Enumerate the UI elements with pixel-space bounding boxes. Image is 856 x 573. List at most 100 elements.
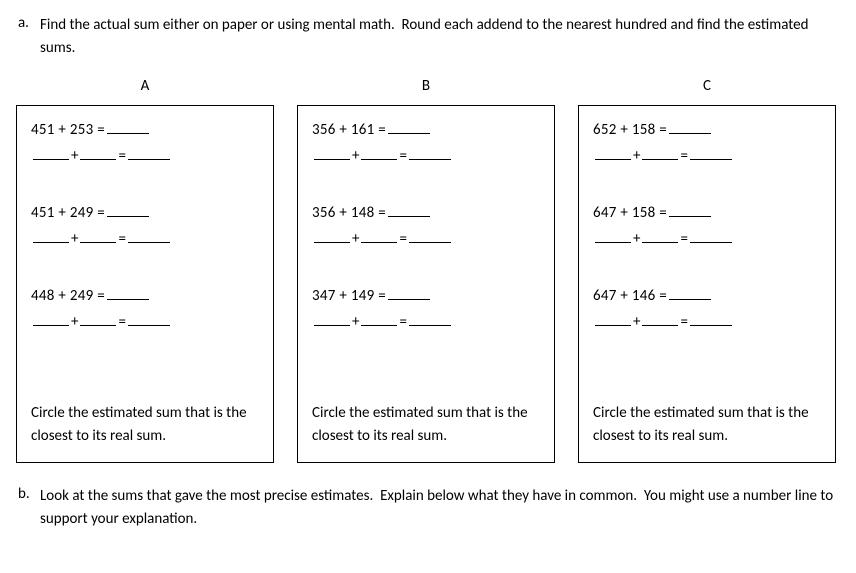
column-b: B 356 + 161 = + = 356 + 148 = (297, 77, 555, 463)
plus-sign: + (352, 147, 359, 165)
equals-sign: = (118, 147, 125, 165)
problem-b1: 356 + 161 = + = (312, 120, 540, 165)
column-a-label: A (16, 77, 274, 95)
blank-answer[interactable] (388, 120, 430, 134)
problem-c3: 647 + 146 = + = (593, 286, 821, 331)
blank-est-sum[interactable] (409, 146, 451, 160)
blank-answer[interactable] (669, 120, 711, 134)
problem-a1: 451 + 253 = + = (31, 120, 259, 165)
column-b-box: 356 + 161 = + = 356 + 148 = (297, 105, 555, 463)
plus-sign: + (71, 313, 78, 331)
problem-a3-estimate: + = (31, 312, 259, 331)
column-a-instruction: Circle the estimated sum that is the clo… (31, 402, 259, 449)
plus-sign: + (352, 230, 359, 248)
equals-sign: = (399, 230, 406, 248)
problem-b2-expr: 356 + 148 = (312, 204, 386, 222)
blank-est-sum[interactable] (409, 229, 451, 243)
problem-b1-expr: 356 + 161 = (312, 121, 386, 139)
blank-addend2[interactable] (80, 229, 116, 243)
question-a: a. Find the actual sum either on paper o… (14, 14, 836, 59)
equals-sign: = (680, 230, 687, 248)
blank-addend1[interactable] (595, 229, 631, 243)
problem-b1-actual: 356 + 161 = (312, 120, 540, 142)
question-b-text: Look at the sums that gave the most prec… (40, 485, 836, 530)
blank-addend1[interactable] (314, 229, 350, 243)
question-b-letter: b. (14, 485, 40, 503)
column-b-label: B (297, 77, 555, 95)
blank-est-sum[interactable] (128, 146, 170, 160)
problem-a3: 448 + 249 = + = (31, 286, 259, 331)
problem-b2-estimate: + = (312, 229, 540, 248)
blank-addend2[interactable] (80, 312, 116, 326)
blank-addend1[interactable] (595, 312, 631, 326)
problem-c2: 647 + 158 = + = (593, 203, 821, 248)
column-b-instruction: Circle the estimated sum that is the clo… (312, 402, 540, 449)
problem-a3-actual: 448 + 249 = (31, 286, 259, 308)
blank-addend2[interactable] (361, 229, 397, 243)
equals-sign: = (118, 230, 125, 248)
blank-answer[interactable] (669, 286, 711, 300)
problem-b3-actual: 347 + 149 = (312, 286, 540, 308)
problem-c1-actual: 652 + 158 = (593, 120, 821, 142)
column-a-box: 451 + 253 = + = 451 + 249 = (16, 105, 274, 463)
column-c-box: 652 + 158 = + = 647 + 158 = (578, 105, 836, 463)
blank-est-sum[interactable] (409, 312, 451, 326)
question-b: b. Look at the sums that gave the most p… (14, 485, 836, 530)
blank-answer[interactable] (107, 120, 149, 134)
equals-sign: = (399, 313, 406, 331)
blank-answer[interactable] (669, 203, 711, 217)
blank-est-sum[interactable] (128, 312, 170, 326)
column-c-instruction: Circle the estimated sum that is the clo… (593, 402, 821, 449)
blank-est-sum[interactable] (690, 312, 732, 326)
blank-addend2[interactable] (642, 229, 678, 243)
equals-sign: = (399, 147, 406, 165)
problem-b3-expr: 347 + 149 = (312, 287, 386, 305)
column-c: C 652 + 158 = + = 647 + 158 = (578, 77, 836, 463)
problem-c1-expr: 652 + 158 = (593, 121, 667, 139)
problem-c3-actual: 647 + 146 = (593, 286, 821, 308)
blank-addend1[interactable] (314, 146, 350, 160)
blank-answer[interactable] (107, 203, 149, 217)
blank-addend1[interactable] (314, 312, 350, 326)
problem-b2-actual: 356 + 148 = (312, 203, 540, 225)
blank-addend2[interactable] (361, 146, 397, 160)
blank-addend2[interactable] (642, 312, 678, 326)
problem-a2-actual: 451 + 249 = (31, 203, 259, 225)
plus-sign: + (71, 230, 78, 248)
blank-addend1[interactable] (33, 229, 69, 243)
blank-answer[interactable] (388, 203, 430, 217)
blank-answer[interactable] (107, 286, 149, 300)
blank-addend1[interactable] (595, 146, 631, 160)
problem-b3: 347 + 149 = + = (312, 286, 540, 331)
question-a-letter: a. (14, 14, 40, 32)
blank-addend1[interactable] (33, 312, 69, 326)
column-c-label: C (578, 77, 836, 95)
problem-a1-actual: 451 + 253 = (31, 120, 259, 142)
problem-c1: 652 + 158 = + = (593, 120, 821, 165)
blank-answer[interactable] (388, 286, 430, 300)
blank-addend2[interactable] (80, 146, 116, 160)
column-a: A 451 + 253 = + = 451 + 249 = (16, 77, 274, 463)
equals-sign: = (118, 313, 125, 331)
blank-addend2[interactable] (361, 312, 397, 326)
problem-a2: 451 + 249 = + = (31, 203, 259, 248)
problem-a1-estimate: + = (31, 146, 259, 165)
problem-c2-expr: 647 + 158 = (593, 204, 667, 222)
plus-sign: + (633, 230, 640, 248)
columns-container: A 451 + 253 = + = 451 + 249 = (14, 77, 836, 463)
blank-est-sum[interactable] (128, 229, 170, 243)
equals-sign: = (680, 313, 687, 331)
plus-sign: + (71, 147, 78, 165)
problem-c1-estimate: + = (593, 146, 821, 165)
problem-b3-estimate: + = (312, 312, 540, 331)
problem-b2: 356 + 148 = + = (312, 203, 540, 248)
problem-c2-estimate: + = (593, 229, 821, 248)
blank-addend1[interactable] (33, 146, 69, 160)
blank-est-sum[interactable] (690, 229, 732, 243)
problem-c3-expr: 647 + 146 = (593, 287, 667, 305)
plus-sign: + (633, 147, 640, 165)
problem-a2-expr: 451 + 249 = (31, 204, 105, 222)
question-a-text: Find the actual sum either on paper or u… (40, 14, 836, 59)
blank-est-sum[interactable] (690, 146, 732, 160)
blank-addend2[interactable] (642, 146, 678, 160)
